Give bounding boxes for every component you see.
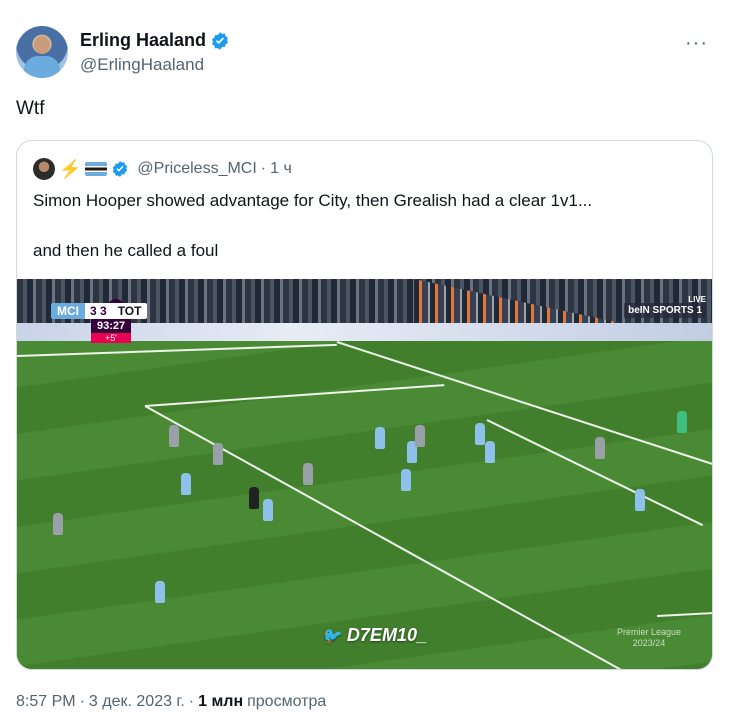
avatar-shirt <box>24 56 60 78</box>
author-handle[interactable]: @ErlingHaaland <box>80 55 230 75</box>
scorebug-home: MCI <box>51 303 85 319</box>
separator-dot: · <box>79 693 85 710</box>
quoted-tweet-header: ⚡ @Priceless_MCI · 1 ч <box>33 157 292 181</box>
tweet: Erling Haaland @ErlingHaaland ··· Wtf ⚡ … <box>0 0 730 722</box>
flag-icon <box>85 162 108 176</box>
league-watermark: Premier League 2023/24 <box>617 627 681 649</box>
views-count: 1 млн <box>198 693 244 710</box>
separator-dot: · <box>260 160 267 177</box>
scorebug: MCI 3 3 TOT <box>51 303 148 319</box>
author-display-name[interactable]: Erling Haaland <box>80 30 206 51</box>
player <box>485 441 495 463</box>
author-name-block: Erling Haaland @ErlingHaaland <box>80 30 230 75</box>
scorebug-score: 3 3 <box>85 303 112 319</box>
player <box>249 487 259 509</box>
more-horizontal-icon[interactable]: ··· <box>685 32 708 55</box>
player <box>475 423 485 445</box>
player <box>53 513 63 535</box>
quoted-tweet[interactable]: ⚡ @Priceless_MCI · 1 ч Simon Hooper show… <box>16 140 713 670</box>
quoted-author-handle: @Priceless_MCI <box>137 160 257 177</box>
scorebug-added-time: +5' <box>91 333 131 343</box>
quoted-author-avatar <box>33 158 55 180</box>
avatar-head <box>34 36 50 54</box>
video-media[interactable]: MCI 3 3 TOT 93:27 +5' LIVE beIN SPORTS 1… <box>17 279 712 669</box>
verified-badge-icon <box>212 31 228 50</box>
views-label: просмотра <box>247 693 327 710</box>
tweet-footer: 8:57 PM · 3 дек. 2023 г. · 1 млн просмот… <box>16 693 326 711</box>
player <box>303 463 313 485</box>
quoted-text-line1: Simon Hooper showed advantage for City, … <box>33 191 593 210</box>
player <box>181 473 191 495</box>
player <box>263 499 273 521</box>
player <box>213 443 223 465</box>
quoted-text-line2: and then he called a foul <box>33 241 219 260</box>
broadcaster-logo: beIN SPORTS 1 <box>624 303 706 318</box>
twitter-bird-icon: 🐦 <box>321 627 341 645</box>
player <box>635 489 645 511</box>
player <box>375 427 385 449</box>
tweet-text: Wtf <box>16 98 45 119</box>
player <box>415 425 425 447</box>
quoted-tweet-text: Simon Hooper showed advantage for City, … <box>33 189 693 289</box>
verified-badge-icon <box>113 161 128 177</box>
player <box>595 437 605 459</box>
scorebug-clock: 93:27 <box>91 319 132 333</box>
author-avatar[interactable] <box>16 26 68 78</box>
watermark-text: D7EM10_ <box>346 625 427 645</box>
scorebug-away: TOT <box>111 303 148 319</box>
quoted-tweet-time: 1 ч <box>270 160 292 177</box>
tweet-date[interactable]: 3 дек. 2023 г. <box>89 693 185 711</box>
lightning-icon: ⚡ <box>59 158 82 179</box>
player <box>155 581 165 603</box>
league-mark-line2: 2023/24 <box>632 638 666 648</box>
video-watermark: 🐦 D7EM10_ <box>321 625 427 646</box>
author-name-row: Erling Haaland <box>80 30 230 51</box>
player <box>401 469 411 491</box>
tweet-time[interactable]: 8:57 PM <box>16 693 76 711</box>
player <box>169 425 179 447</box>
separator-dot: · <box>188 693 195 710</box>
player <box>677 411 687 433</box>
tweet-header: Erling Haaland @ErlingHaaland ··· <box>16 26 716 82</box>
league-mark-line1: Premier League <box>617 627 682 637</box>
